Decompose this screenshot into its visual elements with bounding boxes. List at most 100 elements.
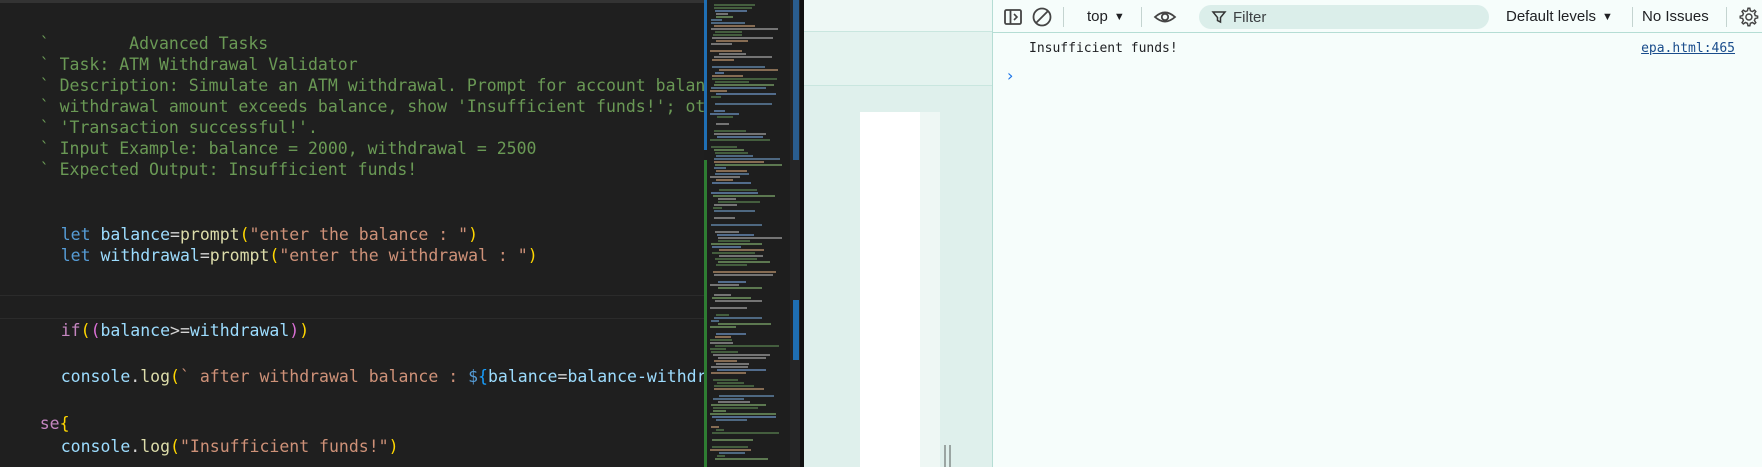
- page-document: [860, 112, 940, 467]
- minimap-line: [711, 243, 762, 245]
- console-source-link[interactable]: epa.html:465: [1641, 41, 1735, 56]
- issues-button[interactable]: No Issues: [1642, 0, 1709, 33]
- minimap-line: [715, 152, 748, 154]
- minimap-line: [714, 167, 726, 169]
- minimap-line: [712, 252, 755, 254]
- minimap-line: [715, 258, 757, 260]
- minimap-line: [713, 398, 744, 400]
- minimap-line: [718, 281, 746, 283]
- filter-field[interactable]: [1199, 5, 1489, 29]
- minimap-line: [715, 164, 782, 166]
- minimap-line: [713, 207, 722, 209]
- minimap-line: [711, 366, 748, 368]
- console-message-text: Insufficient funds!: [1029, 41, 1178, 56]
- resize-grip[interactable]: [944, 445, 952, 467]
- scrollbar-thumb: [793, 300, 799, 360]
- minimap-line: [714, 7, 752, 9]
- minimap-line: [712, 246, 741, 248]
- log-levels-dropdown[interactable]: Default levels ▼: [1506, 0, 1613, 33]
- minimap-line: [719, 189, 757, 191]
- minimap-line: [716, 363, 749, 365]
- code-line-if[interactable]: if((balance>=withdrawal)): [21, 295, 309, 340]
- minimap-line: [716, 429, 724, 431]
- minimap-line: [717, 455, 725, 457]
- minimap-line: [718, 198, 736, 200]
- comment-line: ` Expected Output: Insufficient funds!: [39, 160, 418, 179]
- minimap-line: [715, 300, 762, 302]
- object-name: console: [60, 367, 131, 386]
- minimap-line: [711, 426, 719, 428]
- minimap-line: [714, 4, 755, 6]
- minimap-line: [716, 170, 747, 172]
- context-selector[interactable]: top ▼: [1087, 0, 1125, 33]
- minimap-line: [711, 372, 746, 374]
- minimap-line: [718, 240, 750, 242]
- code-editor[interactable]: ` Advanced Tasks ` Task: ATM Withdrawal …: [0, 0, 704, 467]
- page-header-strip: [804, 0, 992, 32]
- minimap-line: [715, 31, 742, 33]
- issues-label: No Issues: [1642, 8, 1709, 25]
- live-expression-button[interactable]: [1153, 0, 1177, 33]
- code-line-withdrawal[interactable]: let withdrawal=prompt("enter the withdra…: [21, 220, 538, 265]
- minimap-line: [710, 348, 726, 350]
- minimap-line: [710, 326, 736, 328]
- console-message-row: Insufficient funds! epa.html:465: [993, 37, 1762, 63]
- minimap-line: [713, 379, 738, 381]
- minimap-line: [711, 351, 738, 353]
- clear-console-button[interactable]: [1031, 0, 1053, 33]
- context-label: top: [1087, 8, 1108, 25]
- minimap-line: [714, 84, 774, 86]
- console-prompt[interactable]: ›: [993, 64, 1762, 88]
- minimap-line: [715, 345, 779, 347]
- scrollbar-thumb[interactable]: [793, 0, 799, 160]
- dropdown-arrow-icon: ▼: [1113, 10, 1125, 23]
- minimap-line: [713, 34, 742, 36]
- minimap-line: [714, 110, 725, 112]
- minimap-line: [714, 204, 737, 206]
- minimap-line: [710, 339, 732, 341]
- minimap-line: [711, 404, 766, 406]
- code-line-else[interactable]: se{: [0, 388, 70, 433]
- minimap-line: [719, 249, 764, 251]
- console-settings-button[interactable]: [1737, 0, 1759, 33]
- minimap-change-marker: [704, 0, 707, 150]
- toolbar-divider: [1141, 7, 1142, 27]
- log-levels-label: Default levels: [1506, 8, 1597, 25]
- minimap-line: [712, 446, 748, 448]
- minimap-line: [711, 96, 721, 98]
- string-literal: "Insufficient funds!": [179, 437, 389, 456]
- page-viewport: [804, 0, 992, 467]
- minimap-line: [717, 234, 754, 236]
- code-line-log-insufficient[interactable]: console.log("Insufficient funds!"): [21, 411, 399, 456]
- minimap-line: [716, 179, 733, 181]
- minimap-line: [714, 130, 746, 132]
- minimap-line: [712, 66, 765, 68]
- minimap-line: [711, 28, 778, 30]
- minimap-line: [711, 320, 719, 322]
- minimap-line: [719, 255, 763, 257]
- minimap[interactable]: [704, 0, 804, 467]
- minimap-line: [711, 19, 722, 21]
- page-band: [804, 32, 992, 86]
- eye-icon: [1153, 11, 1177, 22]
- minimap-line: [716, 264, 747, 266]
- minimap-line: [711, 192, 758, 194]
- filter-input[interactable]: [1233, 8, 1473, 26]
- minimap-line: [716, 40, 748, 42]
- minimap-line: [716, 123, 729, 125]
- minimap-line: [719, 69, 778, 71]
- minimap-line: [714, 210, 755, 212]
- minimap-line: [714, 385, 754, 387]
- minimap-line: [715, 336, 731, 338]
- sidebar-toggle-button[interactable]: [1003, 0, 1023, 33]
- minimap-line: [711, 146, 737, 148]
- minimap-line: [715, 173, 749, 175]
- minimap-line: [711, 43, 732, 45]
- minimap-line: [715, 103, 772, 105]
- minimap-line: [710, 50, 742, 52]
- minimap-line: [715, 458, 768, 460]
- editor-top-border: [0, 0, 704, 3]
- minimap-line: [718, 201, 760, 203]
- code-line-log-balance[interactable]: console.log(` after withdrawal balance :…: [21, 341, 704, 386]
- minimap-line: [718, 401, 750, 403]
